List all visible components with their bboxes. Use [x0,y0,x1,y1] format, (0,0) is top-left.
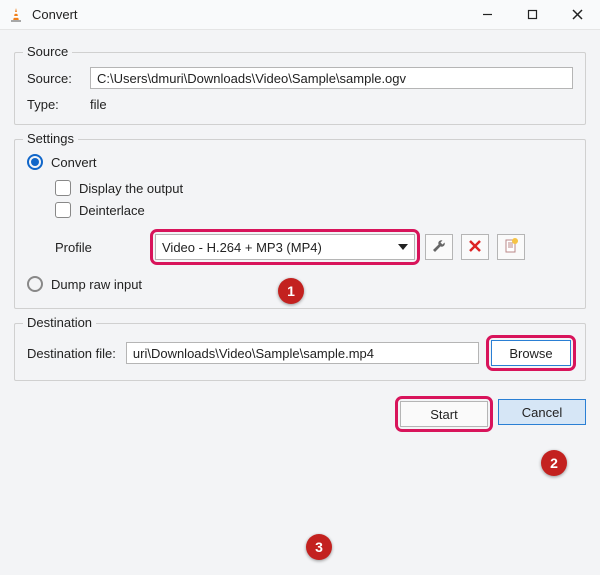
new-document-icon [503,238,519,257]
browse-button-label: Browse [509,346,552,361]
deinterlace-label: Deinterlace [79,203,145,218]
dump-raw-label: Dump raw input [51,277,142,292]
annotation-badge-1: 1 [278,278,304,304]
destination-file-input[interactable] [126,342,479,364]
profile-select[interactable]: Video - H.264 + MP3 (MP4) [155,234,415,260]
delete-profile-button[interactable] [461,234,489,260]
cancel-button[interactable]: Cancel [498,399,586,425]
browse-button[interactable]: Browse [491,340,571,366]
maximize-button[interactable] [510,0,555,30]
destination-legend: Destination [23,315,96,330]
destination-file-label: Destination file: [27,346,116,361]
wrench-icon [431,238,447,257]
type-label: Type: [27,97,82,112]
display-output-checkbox[interactable] [55,180,71,196]
window-title: Convert [32,7,78,22]
display-output-row[interactable]: Display the output [55,180,573,196]
source-legend: Source [23,44,72,59]
deinterlace-checkbox[interactable] [55,202,71,218]
edit-profile-button[interactable] [425,234,453,260]
start-button[interactable]: Start [400,401,488,427]
dialog-footer: Start Cancel [0,391,600,429]
dump-raw-radio[interactable] [27,276,43,292]
convert-radio-row[interactable]: Convert [27,154,573,170]
convert-radio[interactable] [27,154,43,170]
display-output-label: Display the output [79,181,183,196]
destination-group: Destination Destination file: Browse [14,323,586,381]
minimize-button[interactable] [465,0,510,30]
settings-legend: Settings [23,131,78,146]
start-button-label: Start [430,407,457,422]
annotation-badge-2: 2 [541,450,567,476]
window-controls [465,0,600,30]
deinterlace-row[interactable]: Deinterlace [55,202,573,218]
source-path-input[interactable] [90,67,573,89]
annotation-badge-3: 3 [306,534,332,560]
titlebar: Convert [0,0,600,30]
close-button[interactable] [555,0,600,30]
chevron-down-icon [398,244,408,250]
cancel-button-label: Cancel [522,405,562,420]
new-profile-button[interactable] [497,234,525,260]
source-label: Source: [27,71,82,86]
profile-label: Profile [55,240,145,255]
convert-radio-label: Convert [51,155,97,170]
source-group: Source Source: Type: file [14,52,586,125]
type-value: file [90,97,107,112]
profile-select-value: Video - H.264 + MP3 (MP4) [162,240,322,255]
x-icon [467,238,483,257]
vlc-cone-icon [8,7,24,23]
